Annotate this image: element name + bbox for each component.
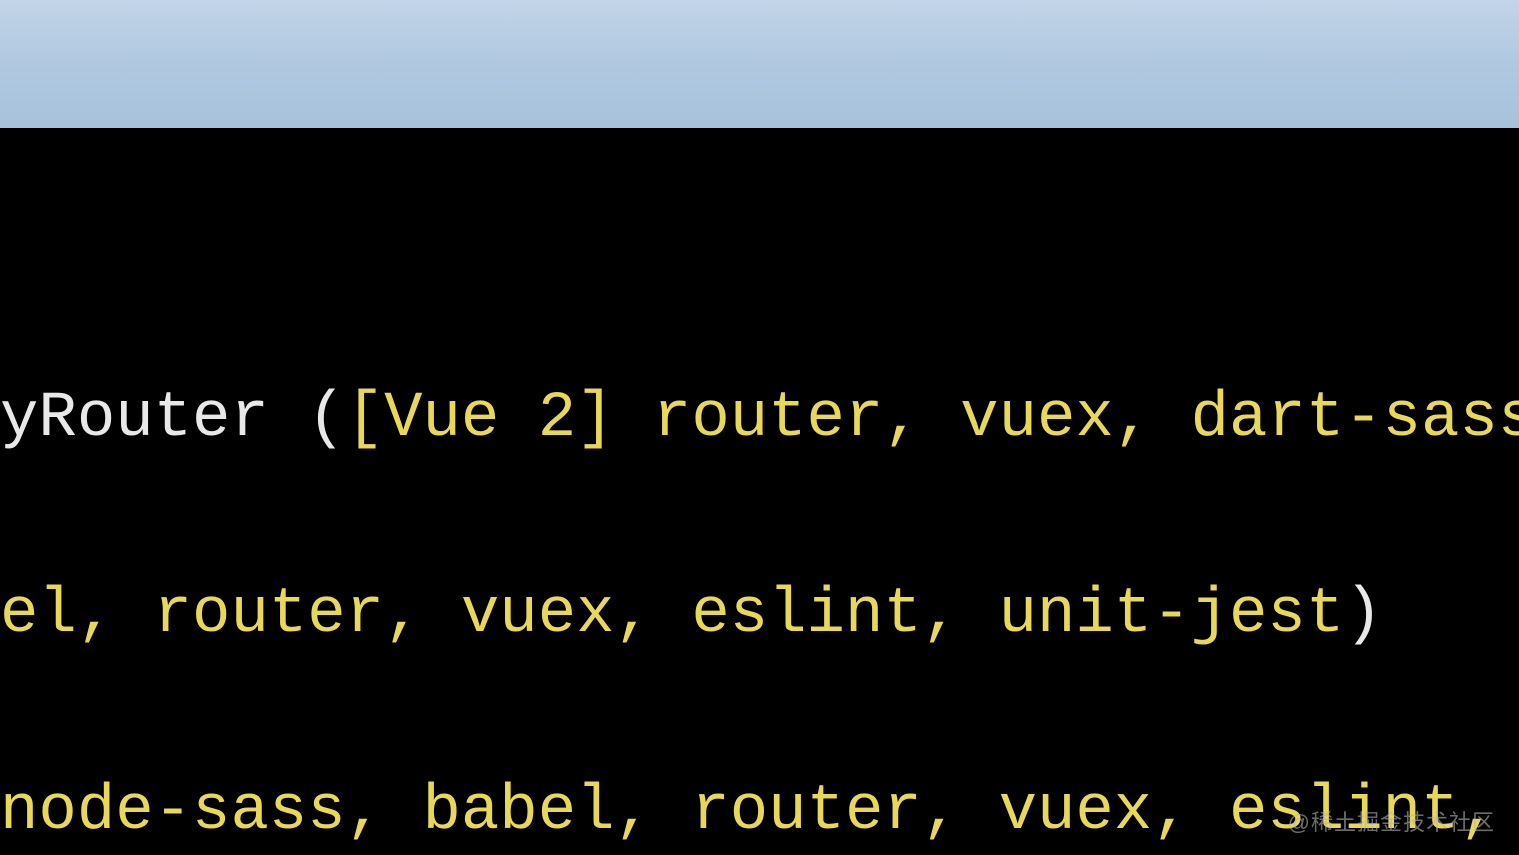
terminal-text: [Vue 2] router, vuex, dart-sass, bal [346, 383, 1519, 455]
terminal-line: yRouter ([Vue 2] router, vuex, dart-sass… [0, 387, 1519, 453]
terminal-text: yRouter ( [0, 383, 346, 455]
terminal-content: yRouter ([Vue 2] router, vuex, dart-sass… [0, 128, 1519, 855]
terminal-text: ) [1344, 579, 1382, 651]
window-titlebar [0, 0, 1519, 128]
watermark: @稀土掘金技术社区 [1288, 805, 1495, 837]
terminal-text: el, router, vuex, eslint, unit-jest [0, 579, 1344, 651]
terminal-container[interactable]: yRouter ([Vue 2] router, vuex, dart-sass… [0, 128, 1519, 855]
terminal-line: el, router, vuex, eslint, unit-jest) [0, 583, 1519, 649]
